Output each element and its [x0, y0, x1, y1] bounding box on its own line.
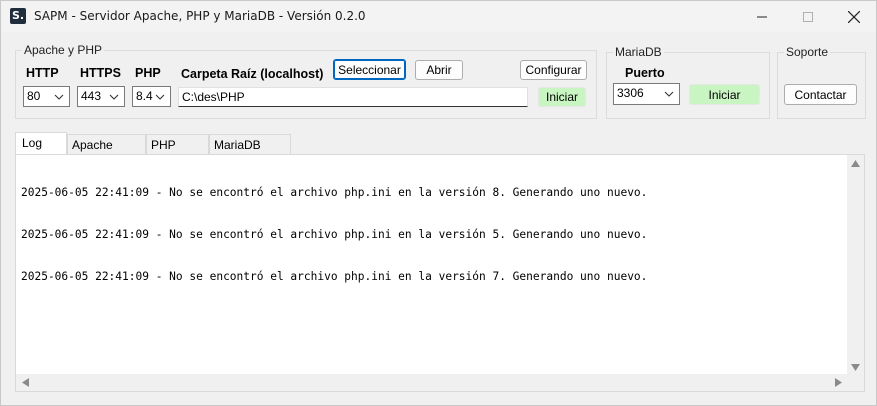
log-text: 2025-06-05 22:41:09 - No se encontró el …	[21, 158, 647, 312]
mariadb-start-button[interactable]: Iniciar	[689, 84, 760, 105]
mariadb-port-value: 3306	[617, 86, 644, 100]
open-folder-button[interactable]: Abrir	[415, 60, 463, 80]
tab-log[interactable]: Log	[15, 132, 67, 156]
chevron-down-icon	[664, 91, 674, 97]
title-bar[interactable]: S. SAPM - Servidor Apache, PHP y MariaDB…	[1, 1, 876, 32]
scroll-left-icon[interactable]	[22, 378, 29, 387]
root-folder-label: Carpeta Raíz (localhost)	[181, 67, 324, 81]
http-port-select[interactable]: 80	[23, 86, 70, 107]
tab-apache-error[interactable]: Apache Error	[67, 134, 146, 172]
mariadb-group-title: MariaDB	[613, 45, 664, 59]
http-port-value: 80	[27, 89, 41, 103]
https-label: HTTPS	[80, 66, 121, 80]
https-port-select[interactable]: 443	[77, 86, 125, 107]
php-label: PHP	[135, 66, 161, 80]
chevron-down-icon	[155, 94, 165, 100]
minimize-button[interactable]	[739, 1, 785, 32]
php-version-select[interactable]: 8.4	[132, 86, 171, 107]
maximize-button[interactable]	[785, 1, 831, 32]
tab-mariadb-error[interactable]: MariaDB Error	[209, 134, 291, 172]
scrollbar-corner	[847, 374, 864, 391]
maximize-icon	[803, 11, 813, 22]
chevron-down-icon	[109, 94, 119, 100]
window-title: SAPM - Servidor Apache, PHP y MariaDB - …	[34, 9, 366, 23]
minimize-icon	[757, 16, 767, 17]
mariadb-port-select[interactable]: 3306	[613, 83, 680, 105]
tab-php-error[interactable]: PHP Error	[146, 134, 209, 172]
apache-php-group: Apache y PHP	[15, 43, 597, 119]
close-icon	[848, 10, 860, 23]
mariadb-port-label: Puerto	[625, 66, 665, 80]
php-version-value: 8.4	[136, 89, 153, 103]
log-line: 2025-06-05 22:41:09 - No se encontró el …	[21, 228, 648, 241]
log-line: 2025-06-05 22:41:09 - No se encontró el …	[21, 186, 648, 199]
chevron-down-icon	[54, 94, 64, 100]
http-label: HTTP	[26, 66, 59, 80]
configure-button[interactable]: Configurar	[520, 60, 587, 80]
app-icon: S.	[10, 8, 26, 24]
horizontal-scrollbar[interactable]	[16, 374, 847, 391]
log-pane[interactable]: 2025-06-05 22:41:09 - No se encontró el …	[15, 154, 865, 392]
vertical-scrollbar[interactable]	[847, 155, 864, 376]
contact-button[interactable]: Contactar	[784, 84, 857, 105]
apache-start-button[interactable]: Iniciar	[538, 87, 586, 107]
apache-php-group-title: Apache y PHP	[22, 43, 105, 57]
select-folder-button[interactable]: Seleccionar	[333, 59, 406, 80]
scroll-down-icon[interactable]	[851, 364, 860, 371]
app-window: S. SAPM - Servidor Apache, PHP y MariaDB…	[0, 0, 877, 406]
scroll-up-icon[interactable]	[851, 160, 860, 167]
support-group-title: Soporte	[784, 45, 831, 59]
root-folder-input[interactable]: C:\des\PHP	[178, 87, 528, 107]
log-line: 2025-06-05 22:41:09 - No se encontró el …	[21, 270, 648, 283]
https-port-value: 443	[81, 89, 102, 103]
close-button[interactable]	[831, 1, 877, 32]
scroll-right-icon[interactable]	[835, 378, 842, 387]
